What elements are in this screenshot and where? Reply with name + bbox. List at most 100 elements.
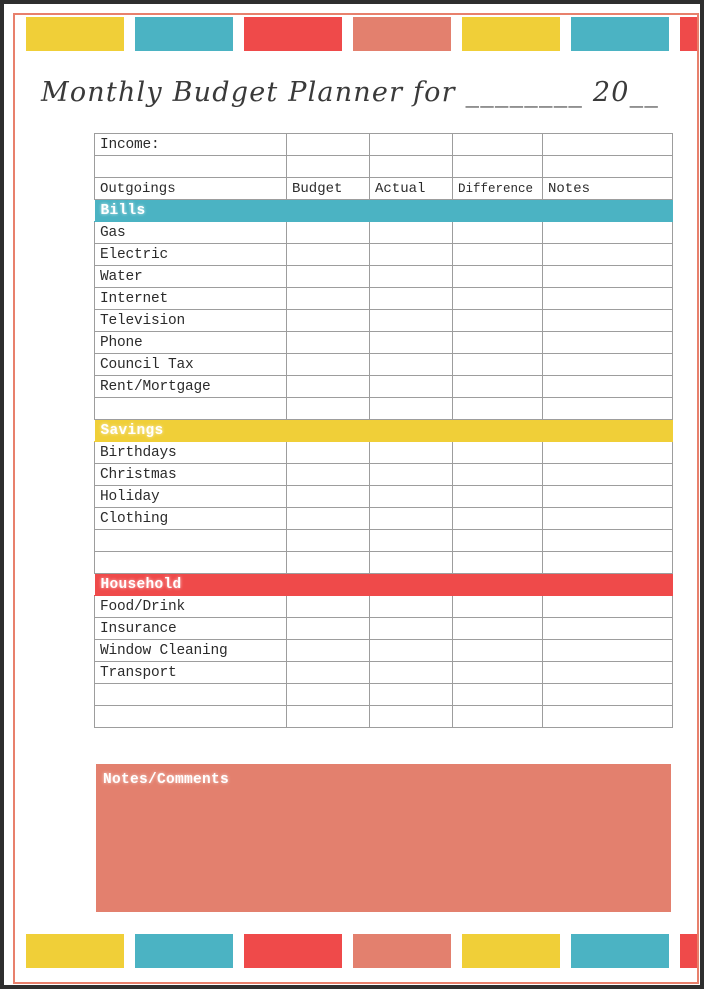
household-row-1-item[interactable]: Insurance — [94, 617, 287, 640]
savings-row-4-notes[interactable] — [542, 529, 673, 552]
bills-row-5-budget[interactable] — [286, 331, 370, 354]
household-row-2-item[interactable]: Window Cleaning — [94, 639, 287, 662]
income-value-cell-budget[interactable] — [286, 133, 370, 156]
savings-row-2-notes[interactable] — [542, 485, 673, 508]
savings-row-1-budget[interactable] — [286, 463, 370, 486]
savings-row-1-notes[interactable] — [542, 463, 673, 486]
household-row-5-notes[interactable] — [542, 705, 673, 728]
bills-row-8-difference[interactable] — [452, 397, 543, 420]
bills-row-2-difference[interactable] — [452, 265, 543, 288]
bills-row-4-difference[interactable] — [452, 309, 543, 332]
bills-row-1-difference[interactable] — [452, 243, 543, 266]
bills-row-7-item[interactable]: Rent/Mortgage — [94, 375, 287, 398]
household-row-5-item[interactable] — [94, 705, 287, 728]
savings-row-3-actual[interactable] — [369, 507, 453, 530]
savings-row-5-item[interactable] — [94, 551, 287, 574]
savings-row-4-difference[interactable] — [452, 529, 543, 552]
household-row-2-budget[interactable] — [286, 639, 370, 662]
household-row-4-actual[interactable] — [369, 683, 453, 706]
savings-row-0-difference[interactable] — [452, 441, 543, 464]
household-row-3-actual[interactable] — [369, 661, 453, 684]
savings-row-3-difference[interactable] — [452, 507, 543, 530]
bills-row-8-notes[interactable] — [542, 397, 673, 420]
savings-row-5-budget[interactable] — [286, 551, 370, 574]
household-row-0-budget[interactable] — [286, 595, 370, 618]
income-value-cell-difference[interactable] — [452, 133, 543, 156]
household-row-4-notes[interactable] — [542, 683, 673, 706]
household-row-3-budget[interactable] — [286, 661, 370, 684]
income-value-cell-notes[interactable] — [542, 133, 673, 156]
household-row-3-item[interactable]: Transport — [94, 661, 287, 684]
savings-row-4-budget[interactable] — [286, 529, 370, 552]
income-blank-cell-difference[interactable] — [452, 155, 543, 178]
bills-row-4-notes[interactable] — [542, 309, 673, 332]
savings-row-2-budget[interactable] — [286, 485, 370, 508]
bills-row-5-notes[interactable] — [542, 331, 673, 354]
income-blank-cell-item[interactable] — [94, 155, 287, 178]
savings-row-1-difference[interactable] — [452, 463, 543, 486]
savings-row-0-item[interactable]: Birthdays — [94, 441, 287, 464]
household-row-3-notes[interactable] — [542, 661, 673, 684]
savings-row-1-actual[interactable] — [369, 463, 453, 486]
bills-row-2-item[interactable]: Water — [94, 265, 287, 288]
savings-row-5-notes[interactable] — [542, 551, 673, 574]
household-row-0-difference[interactable] — [452, 595, 543, 618]
household-row-0-notes[interactable] — [542, 595, 673, 618]
bills-row-0-budget[interactable] — [286, 221, 370, 244]
bills-row-3-budget[interactable] — [286, 287, 370, 310]
bills-row-2-budget[interactable] — [286, 265, 370, 288]
bills-row-7-notes[interactable] — [542, 375, 673, 398]
household-row-1-budget[interactable] — [286, 617, 370, 640]
household-row-4-difference[interactable] — [452, 683, 543, 706]
household-row-2-notes[interactable] — [542, 639, 673, 662]
bills-row-3-item[interactable]: Internet — [94, 287, 287, 310]
bills-row-6-difference[interactable] — [452, 353, 543, 376]
household-row-1-difference[interactable] — [452, 617, 543, 640]
bills-row-4-budget[interactable] — [286, 309, 370, 332]
bills-row-7-actual[interactable] — [369, 375, 453, 398]
household-row-4-budget[interactable] — [286, 683, 370, 706]
bills-row-6-item[interactable]: Council Tax — [94, 353, 287, 376]
income-blank-cell-notes[interactable] — [542, 155, 673, 178]
bills-row-7-budget[interactable] — [286, 375, 370, 398]
bills-row-0-item[interactable]: Gas — [94, 221, 287, 244]
bills-row-0-actual[interactable] — [369, 221, 453, 244]
income-blank-cell-actual[interactable] — [369, 155, 453, 178]
savings-row-3-budget[interactable] — [286, 507, 370, 530]
household-row-3-difference[interactable] — [452, 661, 543, 684]
savings-row-5-difference[interactable] — [452, 551, 543, 574]
household-row-5-budget[interactable] — [286, 705, 370, 728]
income-value-cell-actual[interactable] — [369, 133, 453, 156]
savings-row-3-notes[interactable] — [542, 507, 673, 530]
savings-row-3-item[interactable]: Clothing — [94, 507, 287, 530]
savings-row-2-actual[interactable] — [369, 485, 453, 508]
savings-row-2-item[interactable]: Holiday — [94, 485, 287, 508]
bills-row-8-budget[interactable] — [286, 397, 370, 420]
bills-row-6-notes[interactable] — [542, 353, 673, 376]
bills-row-0-notes[interactable] — [542, 221, 673, 244]
savings-row-2-difference[interactable] — [452, 485, 543, 508]
savings-row-4-item[interactable] — [94, 529, 287, 552]
household-row-0-item[interactable]: Food/Drink — [94, 595, 287, 618]
savings-row-4-actual[interactable] — [369, 529, 453, 552]
household-row-0-actual[interactable] — [369, 595, 453, 618]
bills-row-1-notes[interactable] — [542, 243, 673, 266]
bills-row-3-difference[interactable] — [452, 287, 543, 310]
notes-comments-box[interactable]: Notes/Comments — [96, 764, 671, 912]
bills-row-1-budget[interactable] — [286, 243, 370, 266]
income-blank-cell-budget[interactable] — [286, 155, 370, 178]
bills-row-6-actual[interactable] — [369, 353, 453, 376]
household-row-4-item[interactable] — [94, 683, 287, 706]
bills-row-8-actual[interactable] — [369, 397, 453, 420]
household-row-2-actual[interactable] — [369, 639, 453, 662]
bills-row-5-actual[interactable] — [369, 331, 453, 354]
bills-row-5-difference[interactable] — [452, 331, 543, 354]
bills-row-6-budget[interactable] — [286, 353, 370, 376]
bills-row-1-item[interactable]: Electric — [94, 243, 287, 266]
savings-row-0-notes[interactable] — [542, 441, 673, 464]
bills-row-4-item[interactable]: Television — [94, 309, 287, 332]
bills-row-3-actual[interactable] — [369, 287, 453, 310]
household-row-1-actual[interactable] — [369, 617, 453, 640]
bills-row-2-notes[interactable] — [542, 265, 673, 288]
bills-row-5-item[interactable]: Phone — [94, 331, 287, 354]
